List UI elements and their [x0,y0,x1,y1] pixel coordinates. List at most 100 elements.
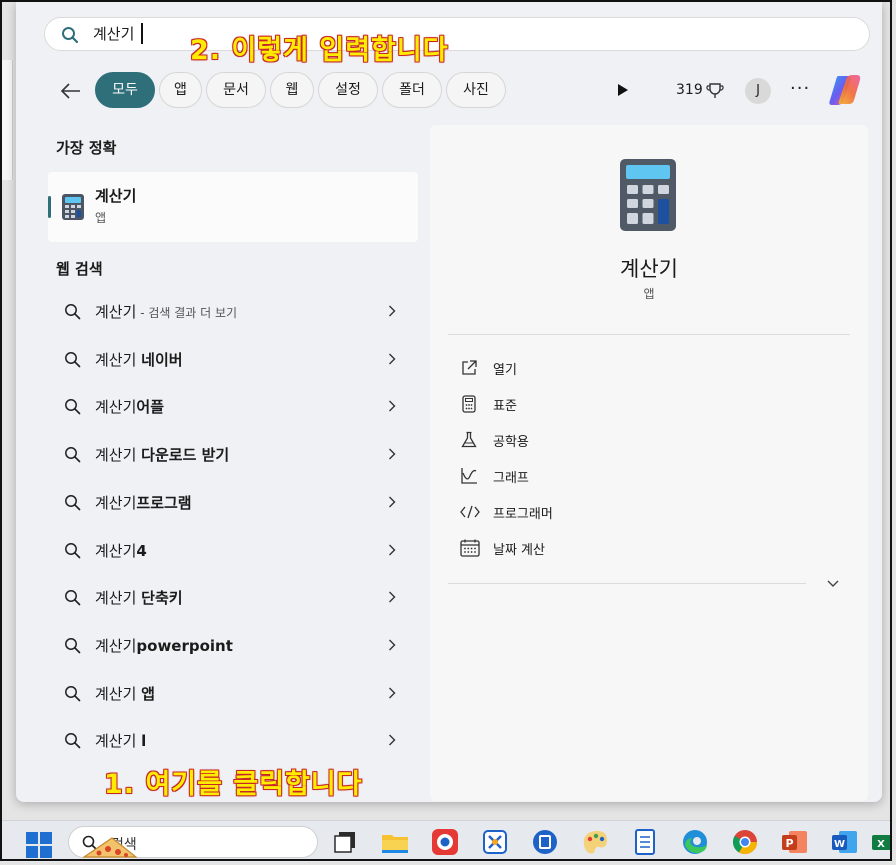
tab-web[interactable]: 웹 [270,72,314,108]
web-search-item[interactable]: 계산기 l [48,720,418,760]
chevron-right-icon [389,305,396,317]
chrome-browser-icon[interactable] [730,827,760,857]
flask-icon [461,431,477,448]
search-icon [65,399,81,415]
snipping-tool-icon[interactable] [480,827,510,857]
taskbar-search-box[interactable]: 검색 [68,826,318,858]
media-player-icon[interactable] [530,827,560,857]
web-search-item-prefix: 계산기 [95,589,142,608]
notepad-icon[interactable] [630,827,660,857]
play-icon[interactable] [617,83,629,97]
action-open-label: 열기 [493,363,517,378]
detail-app-type: 앱 [643,287,655,301]
web-search-item-text: 계산기4 [95,540,147,561]
best-match-name: 계산기 [95,187,137,205]
web-search-item-prefix: 계산기 [95,684,142,703]
web-search-item-prefix: 계산기 [95,303,137,321]
web-search-item-suggestion: 4 [136,541,147,560]
web-search-item[interactable]: 계산기 네이버 [48,339,418,379]
web-search-item-text: 계산기 앱 [95,683,155,704]
action-standard-label: 표준 [493,399,517,414]
search-input[interactable]: 계산기 [93,24,134,44]
more-options-icon[interactable]: ··· [790,78,810,99]
web-search-item-text: 계산기 네이버 [95,349,183,370]
app-detail-pane: 계산기 앱 열기 표준 공학용 그래프 프로그래머 날짜 계산 [430,125,868,801]
web-search-item-text: 계산기프로그램 [95,492,192,513]
web-search-item[interactable]: 계산기 단축키 [48,577,418,617]
tab-photos[interactable]: 사진 [446,72,506,108]
tab-folders[interactable]: 폴더 [382,72,442,108]
best-match-type: 앱 [95,211,107,225]
excel-icon[interactable]: X [870,827,892,857]
best-match-item[interactable]: 계산기 앱 [48,172,418,242]
tab-documents[interactable]: 문서 [206,72,266,108]
svg-text:P: P [785,837,793,850]
web-search-item-suggestion: l [141,732,147,751]
word-icon[interactable]: W [830,827,860,857]
calculator-app-icon [62,194,84,220]
edge-browser-icon[interactable] [680,827,710,857]
web-search-item[interactable]: 계산기powerpoint [48,625,418,665]
trophy-icon[interactable] [706,82,724,100]
web-search-item-suggestion: 앱 [141,684,155,703]
screen-recorder-icon[interactable] [430,827,460,857]
chevron-right-icon [389,496,396,508]
calculator-standard-icon [462,395,476,413]
chevron-right-icon [389,639,396,651]
search-icon [65,351,81,368]
back-arrow-icon[interactable] [58,78,84,104]
web-search-item-prefix: 계산기 [95,493,137,512]
file-explorer-icon[interactable] [380,827,410,857]
web-search-item[interactable]: 계산기프로그램 [48,482,418,522]
powerpoint-icon[interactable]: P [780,827,810,857]
divider [448,334,850,335]
search-icon [65,494,81,511]
graph-icon [461,468,477,484]
web-search-item-suggestion: 어플 [136,398,165,417]
task-view-icon[interactable] [330,827,360,857]
paint-icon[interactable] [580,827,610,857]
web-search-item[interactable]: 계산기 다운로드 받기 [48,434,418,474]
chevron-right-icon [389,448,396,460]
tab-apps[interactable]: 앱 [159,72,202,108]
action-programmer-label: 프로그래머 [493,507,553,522]
web-search-item-text: 계산기 단축키 [95,587,183,608]
web-search-item-text: 계산기 l [95,730,146,751]
web-search-item[interactable]: 계산기4 [48,530,418,570]
background-window-edge [2,60,13,180]
rewards-points: 319 [676,82,703,98]
web-search-item[interactable]: 계산기 - 검색 결과 더 보기 [48,291,418,331]
tab-all[interactable]: 모두 [95,72,155,108]
web-search-heading: 웹 검색 [56,260,103,278]
copilot-icon[interactable] [828,74,862,106]
svg-text:W: W [834,839,845,850]
web-search-item-suggestion: 단축키 [141,589,183,608]
action-scientific-label: 공학용 [493,435,529,450]
chevron-right-icon [389,353,396,365]
web-search-item-prefix: 계산기 [95,732,142,751]
web-search-item[interactable]: 계산기 앱 [48,673,418,713]
best-match-heading: 가장 정확 [56,139,117,157]
search-icon [65,542,81,558]
web-search-item-suggestion: powerpoint [136,636,233,655]
web-search-item-prefix: 계산기 [95,398,137,417]
pizza-icon [82,837,138,858]
web-search-item-prefix: 계산기 [95,636,137,655]
search-box[interactable]: 계산기 [44,17,870,51]
search-icon [65,304,81,320]
taskbar: 검색 P W X [2,820,892,862]
windows-start-icon[interactable] [26,832,52,858]
search-icon [62,27,79,44]
search-icon [65,590,81,606]
calculator-large-icon [620,159,676,231]
avatar[interactable]: J [745,78,771,104]
open-external-icon [462,360,477,375]
action-graph-label: 그래프 [493,471,529,486]
chevron-down-icon[interactable] [826,579,840,589]
chevron-right-icon [389,591,396,603]
action-date-calc-label: 날짜 계산 [493,543,545,558]
tab-settings[interactable]: 설정 [318,72,378,108]
web-search-item[interactable]: 계산기어플 [48,386,418,426]
web-search-item-prefix: 계산기 [95,446,142,465]
web-search-item-suggestion: 다운로드 받기 [141,446,230,465]
